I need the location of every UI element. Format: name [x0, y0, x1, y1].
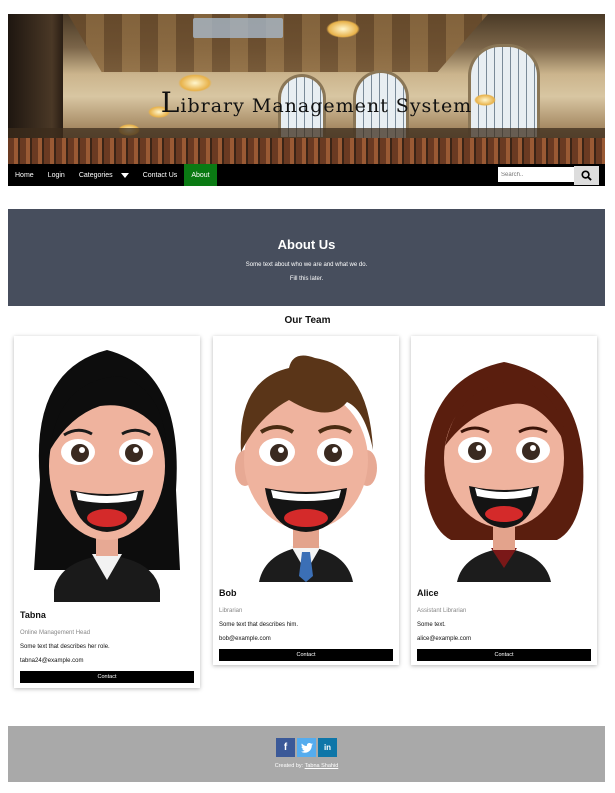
card-body: Tabna Online Management Head Some text t… — [20, 610, 194, 683]
credit-prefix: Created by: — [274, 763, 304, 769]
balcony-rail — [8, 128, 605, 138]
member-email: bob@example.com — [219, 636, 271, 642]
nav-categories-label: Categories — [78, 171, 113, 179]
nav-about[interactable]: About — [184, 164, 217, 186]
team-card: Alice Assistant Librarian Some text. ali… — [411, 336, 597, 665]
skylight — [193, 18, 283, 38]
member-role: Assistant Librarian — [417, 608, 467, 614]
search-input[interactable] — [498, 167, 574, 182]
member-description: Some text that describes him. — [219, 622, 299, 628]
site-title: Library Management System — [8, 86, 605, 119]
avatar-image — [20, 340, 194, 602]
caret-down-icon — [120, 172, 129, 178]
contact-button[interactable]: Contact — [417, 649, 591, 661]
member-description: Some text. — [417, 622, 446, 628]
about-section: About Us Some text about who we are and … — [8, 209, 605, 306]
avatar-image — [219, 340, 393, 582]
member-email: alice@example.com — [417, 636, 472, 642]
nav-login[interactable]: Login — [41, 164, 72, 186]
footer-credit: Created by: Tabna Shahid — [8, 763, 605, 769]
member-role: Online Management Head — [20, 630, 91, 636]
social-links: f in — [8, 738, 605, 757]
twitter-icon[interactable] — [297, 738, 316, 757]
avatar — [219, 340, 393, 582]
avatar-image — [417, 340, 591, 582]
nav-contact-us[interactable]: Contact Us — [136, 164, 185, 186]
about-title: About Us — [277, 237, 336, 252]
facebook-icon[interactable]: f — [276, 738, 295, 757]
footer: f in Created by: Tabna Shahid — [8, 726, 605, 782]
search-button[interactable] — [574, 166, 599, 185]
author-link[interactable]: Tabna Shahid — [305, 763, 339, 769]
card-body: Alice Assistant Librarian Some text. ali… — [417, 588, 591, 661]
member-name: Tabna — [20, 610, 46, 620]
header-banner: Library Management System — [8, 14, 605, 164]
avatar — [20, 340, 194, 602]
member-role: Librarian — [219, 608, 243, 614]
search-icon — [581, 170, 592, 181]
site-title-initial: L — [160, 86, 181, 119]
member-name: Bob — [219, 588, 237, 598]
team-card: Tabna Online Management Head Some text t… — [14, 336, 200, 688]
twitter-bird-icon — [300, 742, 313, 753]
linkedin-icon[interactable]: in — [318, 738, 337, 757]
team-heading: Our Team — [284, 315, 331, 326]
member-name: Alice — [417, 588, 439, 598]
nav-home[interactable]: Home — [8, 164, 41, 186]
about-description: Some text about who we are and what we d… — [245, 262, 368, 268]
member-email: tabna24@example.com — [20, 658, 84, 664]
contact-button[interactable]: Contact — [20, 671, 194, 683]
card-body: Bob Librarian Some text that describes h… — [219, 588, 393, 661]
chandelier-icon — [326, 20, 360, 38]
bookshelves — [8, 138, 605, 164]
site-title-rest: ibrary Management System — [180, 95, 473, 117]
top-navbar: Home Login Categories Contact Us About — [8, 164, 605, 186]
nav-categories-dropdown[interactable]: Categories — [72, 164, 136, 186]
team-card: Bob Librarian Some text that describes h… — [213, 336, 399, 665]
about-note: Fill this later. — [289, 276, 324, 282]
avatar — [417, 340, 591, 582]
search-form — [498, 166, 599, 185]
contact-button[interactable]: Contact — [219, 649, 393, 661]
member-description: Some text that describes her role. — [20, 644, 110, 650]
